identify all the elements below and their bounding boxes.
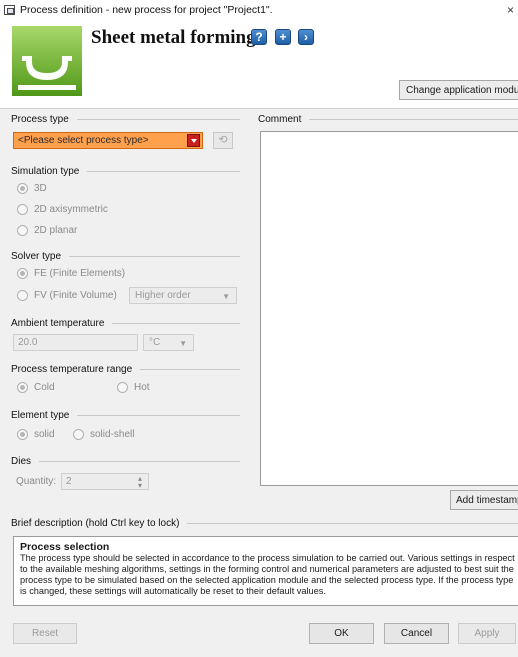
quantity-label-text: Quantity: [16, 476, 57, 487]
option-label: solid-shell [90, 429, 135, 440]
simulation-3d-option[interactable]: 3D [17, 183, 47, 194]
option-label: 3D [34, 183, 47, 194]
element-solid-shell-option[interactable]: solid-shell [73, 429, 134, 440]
refresh-icon: ⟲ [213, 132, 233, 149]
simulation-2d-planar-option[interactable]: 2D planar [17, 225, 77, 236]
apply-button[interactable]: Apply [458, 623, 516, 644]
radio-button[interactable] [17, 204, 28, 215]
chevron-down-icon: ▼ [222, 292, 230, 301]
add-icon[interactable]: + [275, 29, 291, 45]
element-solid-option[interactable]: solid [17, 429, 55, 440]
window-titlebar: Process definition - new process for pro… [0, 0, 518, 20]
option-label: FV (Finite Volume) [34, 290, 117, 301]
dropdown-arrow-icon[interactable] [187, 134, 200, 147]
radio-button[interactable] [17, 382, 28, 393]
reset-button[interactable]: Reset [13, 623, 77, 644]
module-title: Sheet metal forming [91, 27, 256, 48]
element-type-group: Element type [11, 410, 240, 421]
brief-description-group: Brief description (hold Ctrl key to lock… [11, 518, 518, 529]
option-label: Hot [134, 382, 150, 393]
solver-fv-option[interactable]: FV (Finite Volume) [17, 290, 117, 301]
dies-group: Dies [11, 456, 240, 467]
solver-type-group: Solver type [11, 251, 240, 262]
help-icon[interactable]: ? [251, 29, 267, 45]
change-application-module-button[interactable]: Change application module [399, 80, 518, 100]
temperature-hot-option[interactable]: Hot [117, 382, 150, 393]
window-title: Process definition - new process for pro… [20, 4, 273, 16]
quantity-stepper[interactable]: 2 ▴ ▾ [61, 473, 149, 490]
header-divider [0, 108, 518, 109]
sheet-metal-logo-icon [12, 26, 82, 96]
cancel-button[interactable]: Cancel [384, 623, 449, 644]
module-header: Sheet metal forming ? + › Change applica… [0, 20, 518, 108]
add-timestamp-button[interactable]: Add timestamp [450, 490, 518, 510]
ambient-temperature-input[interactable]: 20.0 [13, 334, 138, 351]
simulation-type-group: Simulation type [11, 166, 240, 177]
fv-order-value: Higher order [135, 290, 191, 301]
option-label: 2D axisymmetric [34, 204, 108, 215]
stepper-arrows-icon[interactable]: ▴ ▾ [138, 475, 142, 490]
simulation-2d-axisymmetric-option[interactable]: 2D axisymmetric [17, 204, 108, 215]
solver-fe-option[interactable]: FE (Finite Elements) [17, 268, 125, 279]
brief-description-box: Process selection The process type shoul… [13, 536, 518, 606]
dies-label: Dies [11, 456, 32, 467]
radio-button[interactable] [17, 268, 28, 279]
option-label: FE (Finite Elements) [34, 268, 126, 279]
description-text: The process type should be selected in a… [20, 553, 515, 596]
window-app-icon [4, 5, 15, 15]
radio-button[interactable] [17, 183, 28, 194]
dialog-footer: Reset OK Cancel Apply [0, 616, 518, 657]
simulation-type-label: Simulation type [11, 166, 80, 177]
ambient-temperature-group: Ambient temperature [11, 318, 240, 329]
temperature-cold-option[interactable]: Cold [17, 382, 55, 393]
ok-button[interactable]: OK [309, 623, 374, 644]
radio-button[interactable] [17, 429, 28, 440]
process-type-group: Process type [11, 114, 240, 125]
radio-button[interactable] [17, 225, 28, 236]
comment-group: Comment [258, 114, 518, 125]
process-type-value: <Please select process type> [18, 135, 149, 146]
quantity-value: 2 [66, 476, 72, 487]
temperature-unit-select[interactable]: °C ▼ [143, 334, 194, 351]
process-type-label: Process type [11, 114, 69, 125]
element-type-label: Element type [11, 410, 70, 421]
next-icon[interactable]: › [298, 29, 314, 45]
comment-label: Comment [258, 114, 302, 125]
temperature-unit-value: °C [149, 337, 161, 348]
chevron-down-icon: ▼ [179, 339, 187, 348]
radio-button[interactable] [17, 290, 28, 301]
solver-type-label: Solver type [11, 251, 62, 262]
comment-textarea[interactable] [260, 131, 518, 486]
brief-description-label: Brief description (hold Ctrl key to lock… [11, 518, 180, 529]
option-label: 2D planar [34, 225, 78, 236]
radio-button[interactable] [73, 429, 84, 440]
process-temperature-range-label: Process temperature range [11, 364, 133, 375]
option-label: solid [34, 429, 55, 440]
radio-button[interactable] [117, 382, 128, 393]
option-label: Cold [34, 382, 55, 393]
ambient-temperature-label: Ambient temperature [11, 318, 105, 329]
fv-order-select[interactable]: Higher order ▼ [129, 287, 237, 304]
description-title: Process selection [20, 541, 110, 553]
quantity-label: Quantity: [16, 476, 56, 487]
process-temperature-range-group: Process temperature range [11, 364, 240, 375]
close-icon[interactable]: × [507, 3, 514, 17]
process-type-select[interactable]: <Please select process type> [13, 132, 203, 149]
